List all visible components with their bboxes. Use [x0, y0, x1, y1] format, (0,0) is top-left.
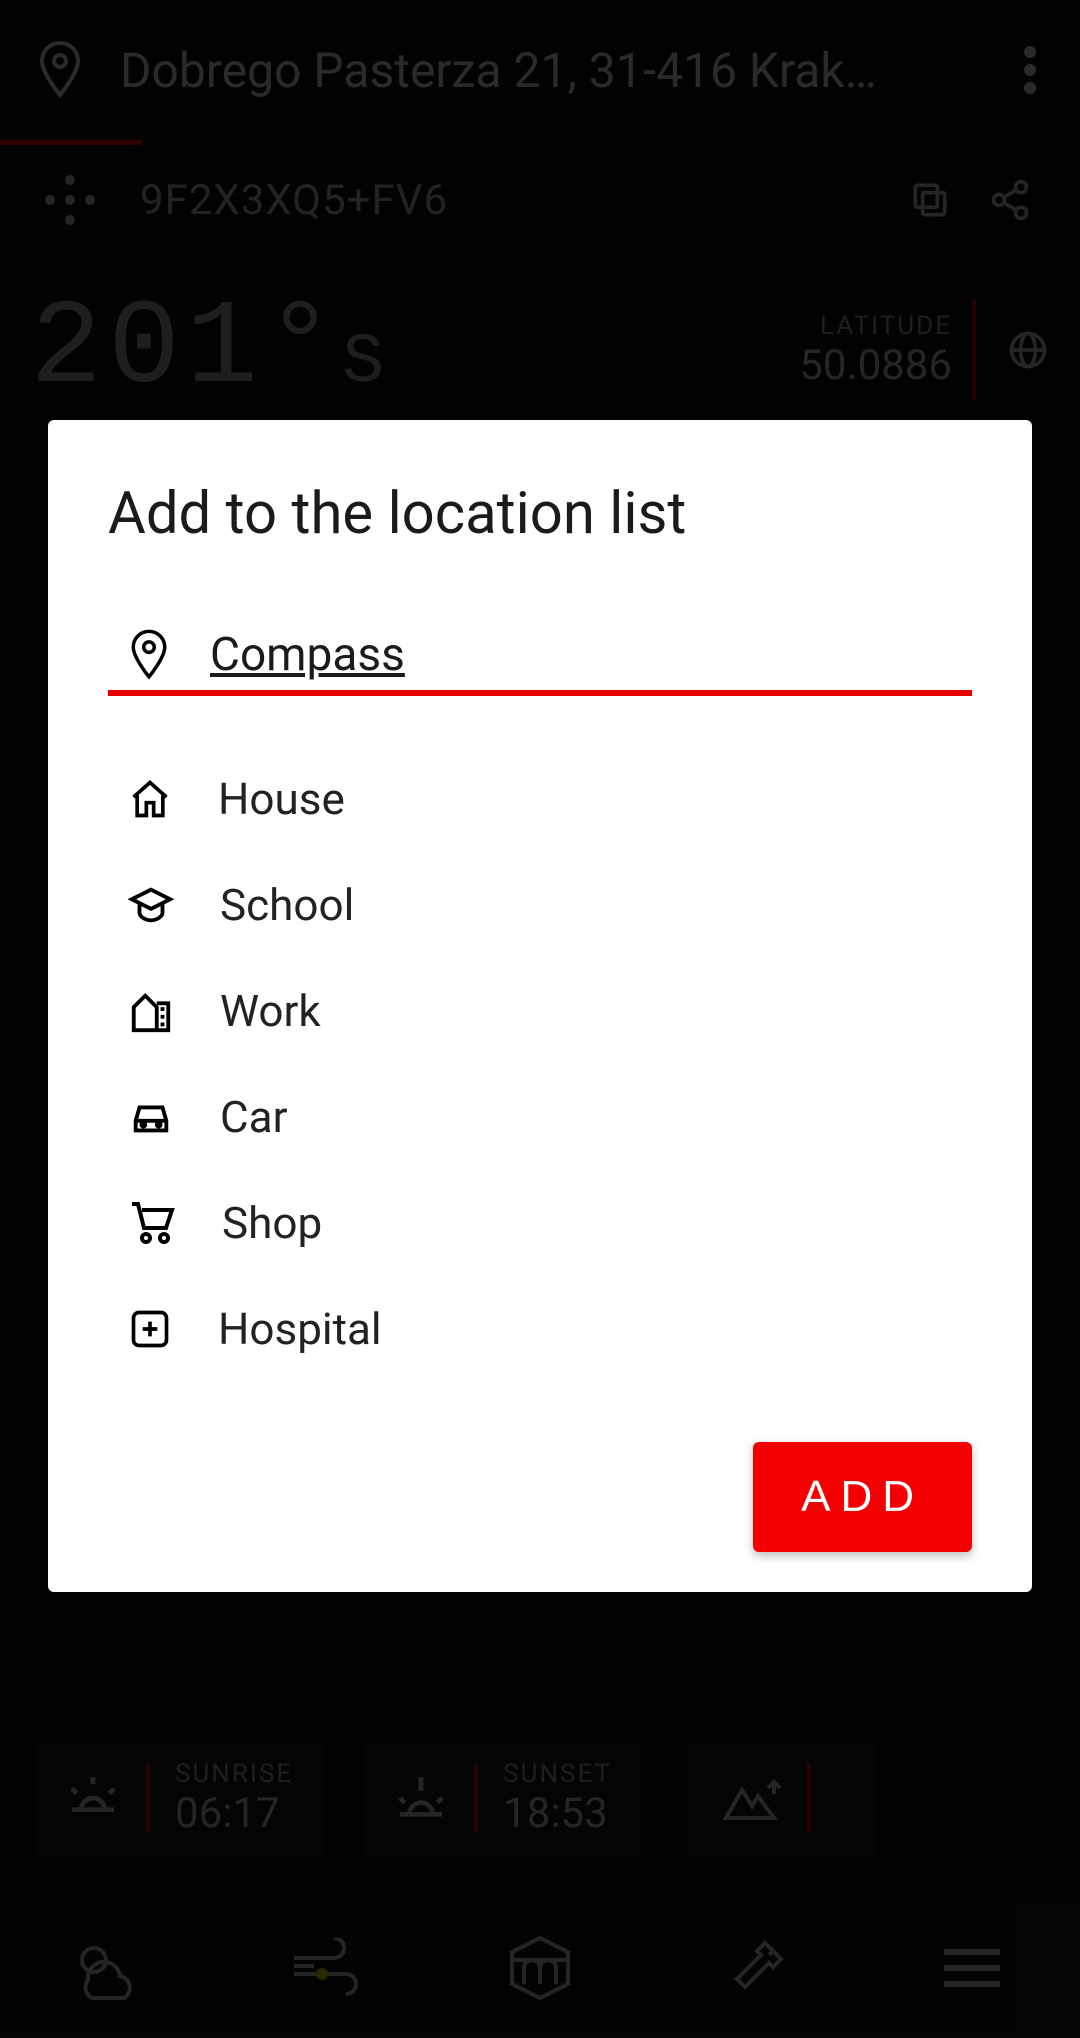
option-car[interactable]: Car: [108, 1064, 972, 1170]
location-name-field[interactable]: Compass: [108, 628, 972, 696]
option-label: Work: [220, 985, 321, 1037]
option-label: Shop: [222, 1197, 322, 1249]
location-name-value[interactable]: Compass: [210, 628, 972, 682]
option-label: School: [220, 879, 354, 931]
add-button[interactable]: ADD: [753, 1442, 972, 1552]
option-label: House: [218, 773, 345, 825]
cart-icon: [128, 1200, 176, 1246]
dialog-title: Add to the location list: [108, 480, 972, 548]
option-work[interactable]: Work: [108, 958, 972, 1064]
option-school[interactable]: School: [108, 852, 972, 958]
option-house[interactable]: House: [108, 746, 972, 852]
hospital-icon: [128, 1307, 172, 1351]
car-icon: [128, 1097, 174, 1137]
school-icon: [128, 885, 174, 925]
home-icon: [128, 777, 172, 821]
pin-icon: [128, 629, 170, 681]
work-icon: [128, 989, 174, 1033]
option-hospital[interactable]: Hospital: [108, 1276, 972, 1382]
option-label: Car: [220, 1091, 287, 1143]
add-location-dialog: Add to the location list Compass House S…: [48, 420, 1032, 1592]
option-shop[interactable]: Shop: [108, 1170, 972, 1276]
option-label: Hospital: [218, 1303, 382, 1355]
